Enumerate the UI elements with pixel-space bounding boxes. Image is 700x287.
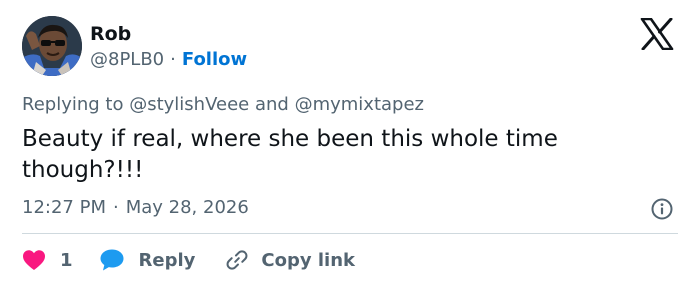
avatar[interactable] — [22, 16, 82, 76]
reply-conjunction: and — [254, 94, 289, 115]
separator-dot: · — [170, 49, 176, 70]
tweet-date[interactable]: May 28, 2026 — [126, 197, 249, 218]
author-handle-row: @8PLB0 · Follow — [90, 48, 247, 72]
tweet-time[interactable]: 12:27 PM — [22, 197, 106, 218]
tweet-timestamp[interactable]: 12:27 PM · May 28, 2026 — [22, 196, 249, 220]
like-button[interactable]: 1 — [22, 249, 73, 271]
author-handle[interactable]: @8PLB0 — [90, 49, 164, 70]
heart-icon — [23, 250, 45, 270]
x-logo-icon[interactable] — [640, 18, 674, 50]
mention-link[interactable]: @mymixtapez — [295, 94, 424, 115]
reply-label: Reply — [138, 249, 196, 271]
reply-prefix: Replying to — [22, 94, 124, 115]
copy-link-button[interactable]: Copy link — [225, 248, 355, 272]
reply-context: Replying to @stylishVeee and @mymixtapez — [22, 93, 424, 117]
divider — [22, 233, 678, 234]
info-icon[interactable] — [650, 197, 674, 221]
action-bar: 1 Reply Copy link — [22, 247, 355, 273]
mention-link[interactable]: @stylishVeee — [129, 94, 249, 115]
author-name[interactable]: Rob — [90, 22, 131, 46]
tweet-text: Beauty if real, where she been this whol… — [22, 126, 558, 183]
link-icon — [226, 250, 248, 270]
follow-button[interactable]: Follow — [182, 49, 247, 70]
reply-button[interactable]: Reply — [99, 248, 196, 272]
separator-dot: · — [112, 197, 119, 218]
avatar-image — [22, 16, 82, 76]
copy-link-label: Copy link — [261, 249, 355, 271]
speech-bubble-icon — [100, 249, 124, 271]
like-count: 1 — [60, 249, 73, 271]
